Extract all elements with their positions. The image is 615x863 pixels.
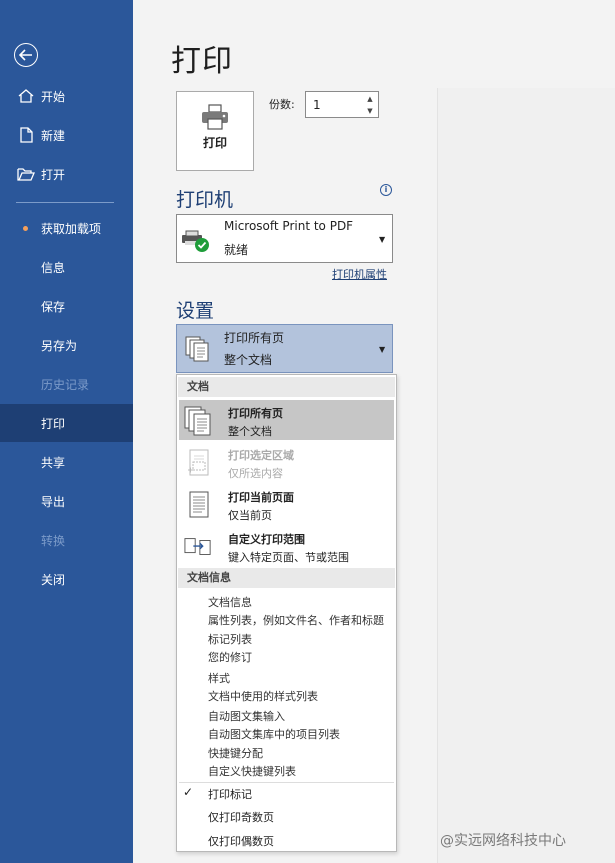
menu-item-sub: 整个文档 xyxy=(228,425,272,438)
menu-item-sub: 仅当前页 xyxy=(228,509,272,522)
info-item-styles[interactable]: 样式 xyxy=(208,670,230,686)
print-button[interactable]: 打印 xyxy=(176,91,254,171)
print-preview xyxy=(438,88,615,863)
copies-value: 1 xyxy=(313,98,321,112)
current-page-icon xyxy=(189,491,209,518)
copies-label: 份数: xyxy=(269,98,295,111)
nav-label: 共享 xyxy=(41,456,66,470)
copies-input[interactable]: 1 ▲ ▼ xyxy=(305,91,379,118)
menu-item-sub: 仅所选内容 xyxy=(228,467,283,480)
spin-up-icon[interactable]: ▲ xyxy=(365,94,375,104)
chevron-down-icon: ▼ xyxy=(379,235,386,244)
option-even-pages[interactable]: 仅打印偶数页 xyxy=(208,833,274,849)
menu-item-print-current[interactable]: 打印当前页面 仅当前页 xyxy=(179,484,394,524)
chevron-down-icon: ▼ xyxy=(379,345,386,354)
nav-label: 导出 xyxy=(41,495,66,509)
option-odd-pages[interactable]: 仅打印奇数页 xyxy=(208,809,274,825)
nav-home[interactable]: 开始 xyxy=(0,77,133,115)
home-icon xyxy=(18,89,34,103)
nav-open[interactable]: 打开 xyxy=(0,155,133,193)
spin-down-icon[interactable]: ▼ xyxy=(365,106,375,116)
nav-label: 保存 xyxy=(41,300,66,314)
nav-label: 另存为 xyxy=(41,339,78,353)
nav-label: 新建 xyxy=(41,129,66,143)
info-item-styles-desc: 文档中使用的样式列表 xyxy=(208,690,318,703)
nav-label: 历史记录 xyxy=(41,378,90,392)
option-print-markup[interactable]: 打印标记 xyxy=(208,786,252,802)
nav-history: 历史记录 xyxy=(0,365,133,403)
info-item-autotext-desc: 自动图文集库中的项目列表 xyxy=(208,728,340,741)
new-document-icon xyxy=(20,127,33,143)
print-button-label: 打印 xyxy=(202,136,227,150)
watermark: @实远网络科技中心 xyxy=(440,833,566,849)
printer-section-title: 打印机 xyxy=(176,189,234,211)
nav-get-addins[interactable]: 获取加载项 xyxy=(0,209,133,247)
nav-save[interactable]: 保存 xyxy=(0,287,133,325)
menu-item-title: 打印所有页 xyxy=(228,407,283,420)
printer-properties-link[interactable]: 打印机属性 xyxy=(332,266,387,282)
printer-name: Microsoft Print to PDF xyxy=(224,219,354,233)
info-item-shortcuts-desc: 自定义快捷键列表 xyxy=(208,765,296,778)
all-pages-icon xyxy=(185,336,209,362)
menu-item-title: 打印选定区域 xyxy=(228,449,294,462)
info-item-document-info[interactable]: 文档信息 xyxy=(208,594,252,610)
print-range-title: 打印所有页 xyxy=(224,331,285,345)
nav-label: 打开 xyxy=(41,168,66,182)
info-icon[interactable]: i xyxy=(380,184,392,196)
all-pages-icon xyxy=(184,406,211,436)
backstage-sidebar: 开始 新建 打开 获取加载项 信息 保存 另存为 历史记录 打印 共享 导出 转… xyxy=(0,0,133,863)
dropdown-header-document: 文档 xyxy=(178,377,395,397)
menu-item-title: 自定义打印范围 xyxy=(228,533,305,546)
info-item-markup-desc: 您的修订 xyxy=(208,651,252,664)
custom-range-icon xyxy=(184,538,211,555)
menu-item-sub: 键入特定页面、节或范围 xyxy=(228,551,349,564)
printer-select[interactable]: Microsoft Print to PDF 就绪 ▼ xyxy=(176,214,393,263)
menu-item-title: 打印当前页面 xyxy=(228,491,294,504)
back-arrow-icon[interactable] xyxy=(14,43,38,67)
nav-transform: 转换 xyxy=(0,521,133,559)
print-range-dropdown: 文档 打印所有页 整个文档 打印选定区域 仅所选内容 打印当前页面 仅当前页 自… xyxy=(176,374,397,852)
nav-label: 获取加载项 xyxy=(41,222,102,236)
dropdown-divider xyxy=(179,782,394,783)
checkmark-icon: ✓ xyxy=(183,785,194,799)
nav-save-as[interactable]: 另存为 xyxy=(0,326,133,364)
menu-item-print-selection: 打印选定区域 仅所选内容 xyxy=(179,442,394,482)
nav-label: 信息 xyxy=(41,261,66,275)
nav-label: 打印 xyxy=(41,417,66,431)
menu-item-print-all[interactable]: 打印所有页 整个文档 xyxy=(179,400,394,440)
nav-label: 开始 xyxy=(41,90,66,104)
menu-item-custom-range[interactable]: 自定义打印范围 键入特定页面、节或范围 xyxy=(179,526,394,566)
printer-icon xyxy=(202,104,228,130)
nav-info[interactable]: 信息 xyxy=(0,248,133,286)
dropdown-header-document-info: 文档信息 xyxy=(178,568,395,588)
selection-page-icon xyxy=(188,449,209,476)
nav-new[interactable]: 新建 xyxy=(0,116,133,154)
nav-share[interactable]: 共享 xyxy=(0,443,133,481)
print-range-select[interactable]: 打印所有页 整个文档 ▼ xyxy=(176,324,393,373)
info-item-markup-list[interactable]: 标记列表 xyxy=(208,631,252,647)
page-title: 打印 xyxy=(171,44,233,79)
settings-section-title: 设置 xyxy=(176,300,215,322)
printer-status: 就绪 xyxy=(224,243,249,257)
print-range-sub: 整个文档 xyxy=(224,353,273,367)
nav-export[interactable]: 导出 xyxy=(0,482,133,520)
nav-print[interactable]: 打印 xyxy=(0,404,133,442)
pdf-printer-icon xyxy=(182,230,209,252)
info-item-autotext[interactable]: 自动图文集输入 xyxy=(208,708,285,724)
sidebar-divider xyxy=(16,202,114,203)
nav-label: 关闭 xyxy=(41,573,66,587)
nav-label: 转换 xyxy=(41,534,66,548)
folder-open-icon xyxy=(17,168,35,181)
nav-close[interactable]: 关闭 xyxy=(0,560,133,598)
info-item-document-info-desc: 属性列表，例如文件名、作者和标题 xyxy=(208,614,384,627)
notification-dot xyxy=(23,226,28,231)
info-item-shortcuts[interactable]: 快捷键分配 xyxy=(208,745,263,761)
